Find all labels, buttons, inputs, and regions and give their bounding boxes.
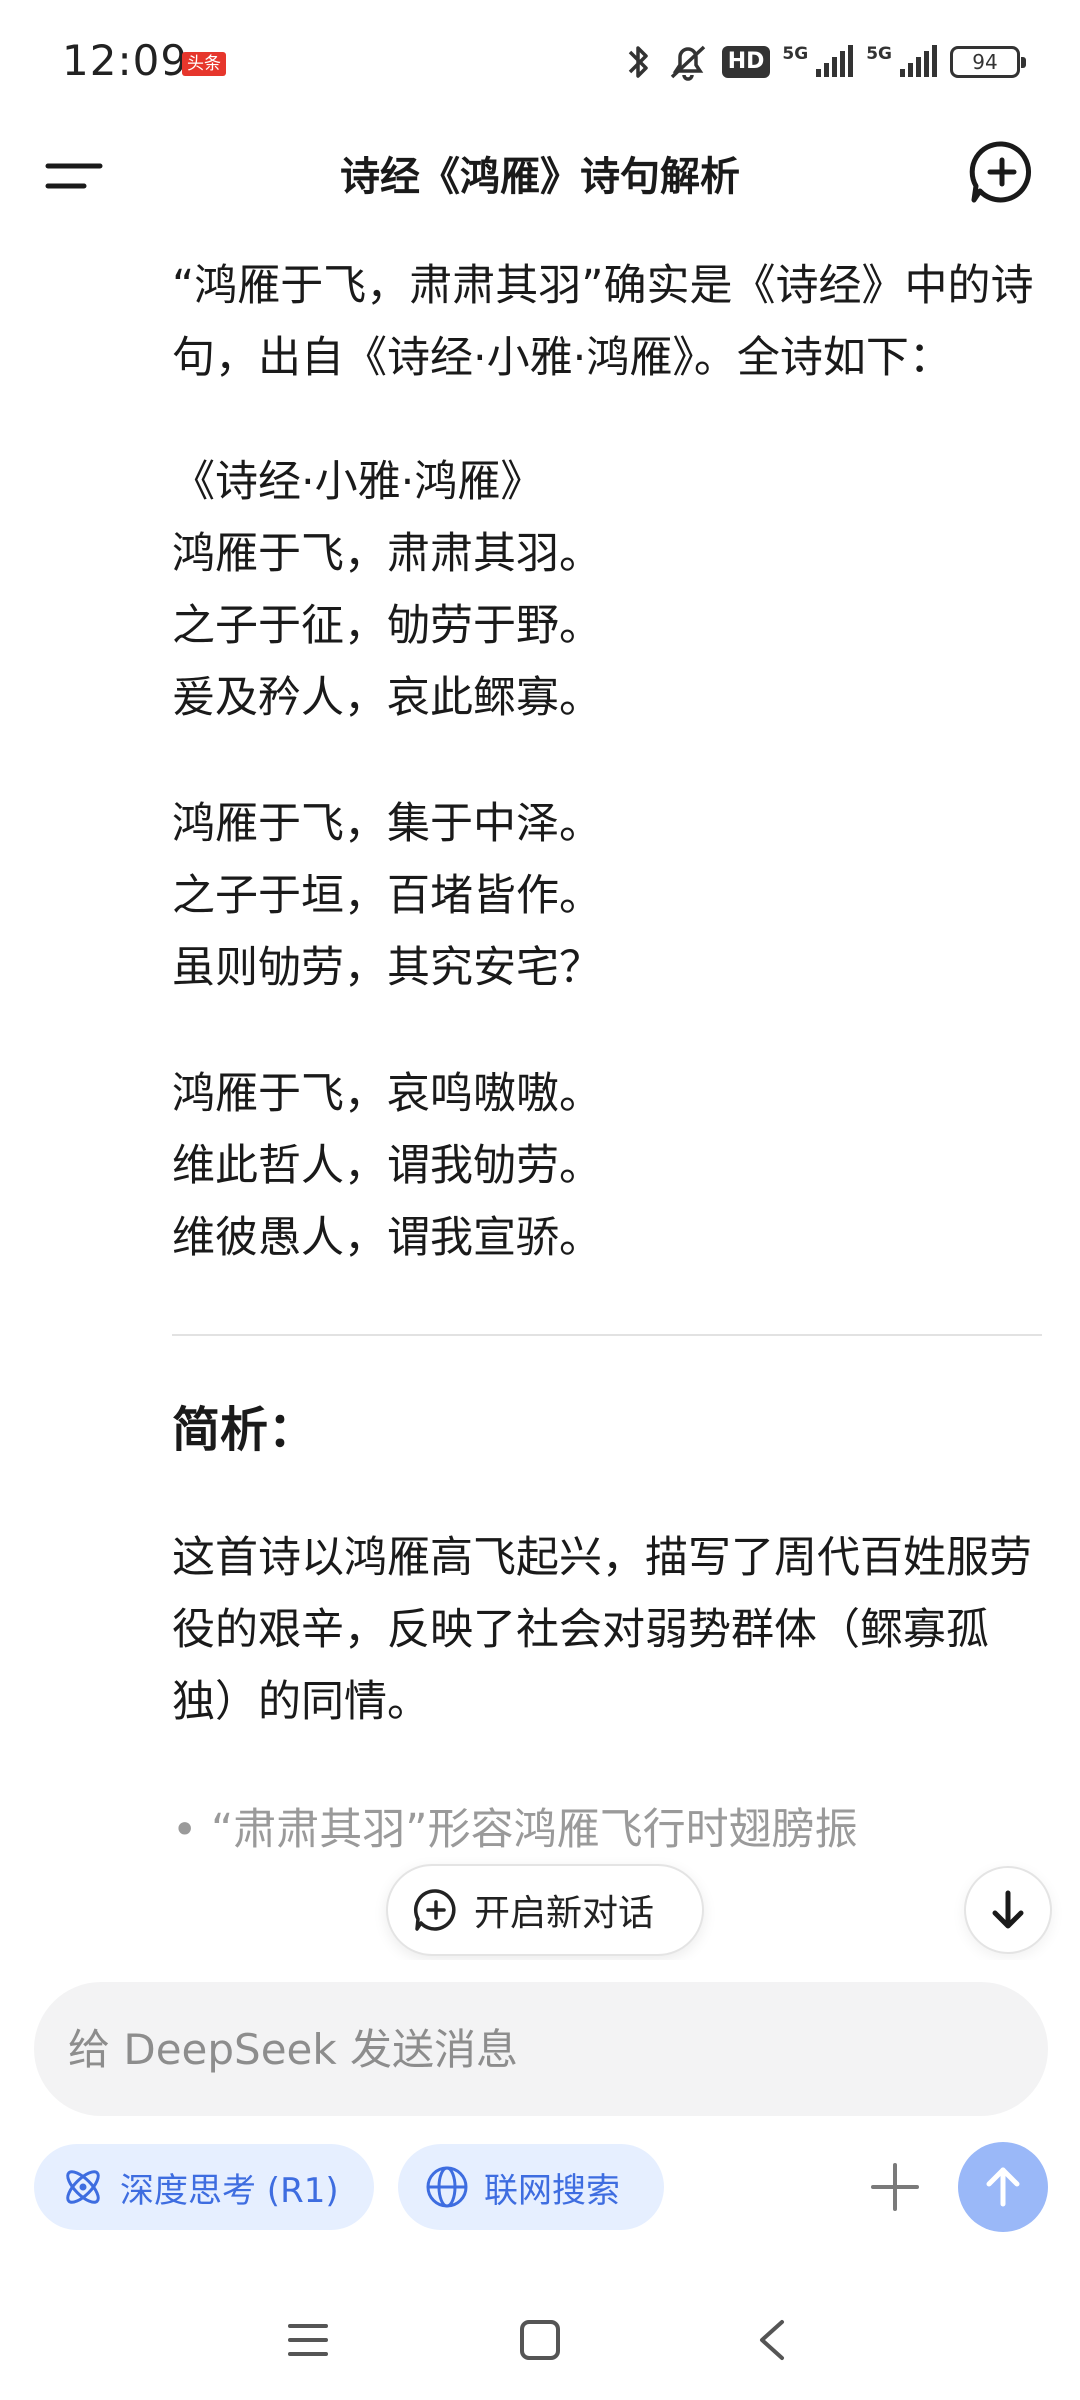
battery-icon: 94: [950, 46, 1026, 78]
network-type-1: 5G: [782, 44, 809, 64]
poem-line: 爰及矜人，哀此鳏寡。: [172, 673, 602, 723]
status-icons: HD 5G 5G 94: [624, 40, 1026, 84]
intro-paragraph: “鸿雁于飞，肃肃其羽”确实是《诗经》中的诗句，出自《诗经·小雅·鸿雁》。全诗如下…: [172, 261, 1034, 383]
system-nav-bar: [0, 2280, 1080, 2400]
bluetooth-icon: [628, 46, 648, 78]
poem-line: 鸿雁于飞，哀鸣嗷嗷。: [172, 1069, 602, 1119]
recents-icon: [288, 2324, 328, 2356]
analysis-heading: 简析：: [172, 1402, 317, 1458]
network-type-2: 5G: [866, 44, 892, 64]
deep-think-label: 深度思考 (R1): [120, 2170, 339, 2211]
arrow-up-icon: [986, 2167, 1020, 2207]
hd-voice-icon: HD: [721, 46, 771, 78]
battery-level: 94: [972, 50, 998, 74]
nav-back-button[interactable]: [732, 2300, 812, 2380]
nav-home-button[interactable]: [500, 2300, 580, 2380]
page-title: 诗经《鸿雁》诗句解析: [340, 154, 740, 200]
plus-icon: [871, 2163, 919, 2211]
poem-block: 《诗经·小雅·鸿雁》 鸿雁于飞，肃肃其羽。 之子于征，劬劳于野。 爰及矜人，哀此…: [172, 446, 1042, 1274]
poem-line: 虽则劬劳，其究安宅？: [172, 943, 602, 993]
poem-title: 《诗经·小雅·鸿雁》: [172, 457, 544, 507]
poem-line: 之子于垣，百堵皆作。: [172, 871, 602, 921]
send-button[interactable]: [958, 2142, 1048, 2232]
section-divider: [172, 1334, 1042, 1336]
home-square-icon: [520, 2320, 560, 2360]
analysis-paragraph: 这首诗以鸿雁高飞起兴，描写了周代百姓服劳役的艰辛，反映了社会对弱势群体（鳏寡孤独…: [172, 1533, 1032, 1727]
analysis-bullet: • “肃肃其羽”形容鸿雁飞行时翅膀振: [172, 1805, 858, 1855]
poem-line: 之子于征，劬劳于野。: [172, 601, 602, 651]
app-header: 诗经《鸿雁》诗句解析: [0, 120, 1080, 230]
globe-icon: [426, 2166, 468, 2208]
arrow-down-icon: [992, 1890, 1024, 1929]
start-new-chat-button[interactable]: 开启新对话: [386, 1864, 704, 1956]
back-chevron-icon: [760, 2320, 784, 2360]
nav-recents-button[interactable]: [268, 2300, 348, 2380]
message-input[interactable]: [34, 1982, 1048, 2116]
mute-bell-icon: [670, 45, 705, 81]
signal-icon-2: [900, 45, 937, 77]
attach-button[interactable]: [854, 2146, 936, 2228]
deep-think-toggle[interactable]: 深度思考 (R1): [34, 2144, 374, 2230]
web-search-label: 联网搜索: [484, 2170, 620, 2211]
status-bar: 12:09 头条 HD 5G 5G 94: [0, 0, 1080, 120]
atom-icon: [66, 2170, 100, 2204]
poem-line: 鸿雁于飞，集于中泽。: [172, 799, 602, 849]
scroll-to-bottom-button[interactable]: [964, 1866, 1052, 1954]
poem-line: 维彼愚人，谓我宣骄。: [172, 1213, 602, 1263]
signal-icon: [816, 45, 854, 77]
poem-line: 鸿雁于飞，肃肃其羽。: [172, 529, 602, 579]
start-new-chat-label: 开启新对话: [474, 1893, 655, 1934]
web-search-toggle[interactable]: 联网搜索: [398, 2144, 664, 2230]
status-time: 12:09: [62, 36, 189, 85]
new-chat-icon: [413, 1889, 456, 1931]
news-app-badge: 头条: [182, 52, 226, 76]
new-chat-header-button[interactable]: [966, 136, 1038, 208]
poem-line: 维此哲人，谓我劬劳。: [172, 1141, 602, 1191]
new-chat-icon: [969, 141, 1031, 203]
assistant-message: “鸿雁于飞，肃肃其羽”确实是《诗经》中的诗句，出自《诗经·小雅·鸿雁》。全诗如下…: [172, 250, 1042, 1866]
composer: 深度思考 (R1) 联网搜索: [0, 1960, 1080, 2260]
